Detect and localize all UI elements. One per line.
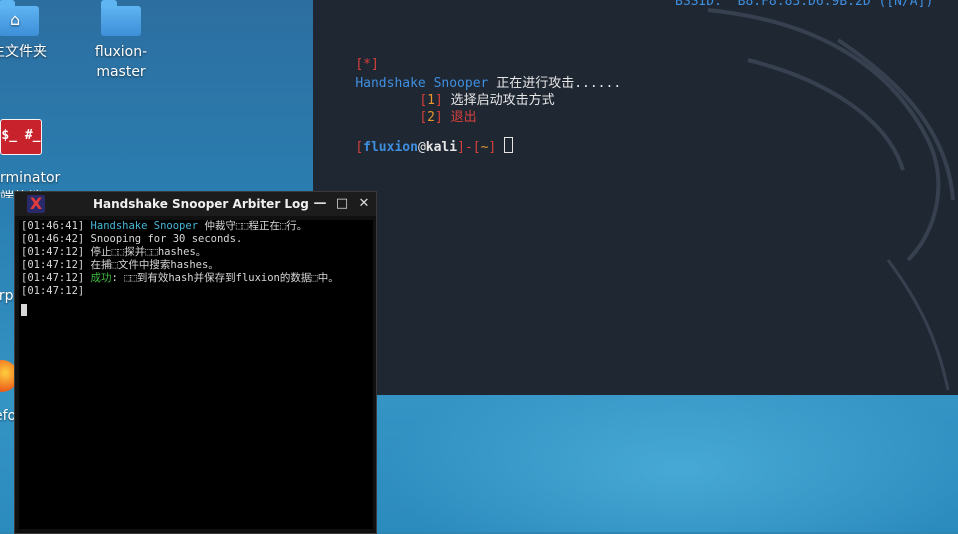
log-line: [01:46:42] Snooping for 30 seconds. bbox=[21, 233, 243, 245]
log-cursor bbox=[21, 304, 27, 316]
log-line: [01:47:12] 成功: ⬚⬚到有效hash并保存到fluxion的数据⬚中… bbox=[21, 272, 339, 284]
minimize-icon[interactable]: — bbox=[311, 195, 329, 213]
folder-icon bbox=[101, 0, 141, 36]
window-titlebar[interactable]: X Handshake Snooper Arbiter Log — □ ✕ bbox=[15, 192, 376, 216]
terminal-window[interactable]: BSSID: B8:F8:83:D6:9B:2D ([N/A]) [*] Han… bbox=[313, 0, 958, 395]
prompt-at: @ bbox=[417, 140, 426, 155]
arbiter-log-window[interactable]: X Handshake Snooper Arbiter Log — □ ✕ [0… bbox=[14, 191, 377, 534]
close-icon[interactable]: ✕ bbox=[355, 195, 373, 213]
desktop-icon-fluxion-master[interactable]: fluxion- master bbox=[66, 0, 176, 82]
log-line: [01:47:12] 停止⬚⬚探并⬚⬚hashes。 bbox=[21, 246, 207, 258]
prompt-user: fluxion bbox=[363, 140, 418, 155]
log-output[interactable]: [01:46:41] Handshake Snooper 仲裁守⬚⬚程正在⬚行。… bbox=[19, 220, 373, 529]
home-folder-icon: ⌂ bbox=[0, 0, 39, 36]
maximize-icon[interactable]: □ bbox=[333, 195, 351, 213]
desktop-icon-label: 主文件夹 bbox=[0, 44, 47, 60]
desktop-icon-home-folder[interactable]: ⌂ 主文件夹 bbox=[0, 0, 74, 62]
desktop-icon-label: fluxion- bbox=[94, 44, 148, 60]
desktop-icon-label: master bbox=[96, 64, 146, 80]
terminator-icon[interactable]: $_ #_ bbox=[0, 119, 42, 155]
log-line: [01:46:41] Handshake Snooper 仲裁守⬚⬚程正在⬚行。 bbox=[21, 220, 308, 232]
bssid-line: BSSID: B8:F8:83:D6:9B:2D ([N/A]) bbox=[675, 0, 934, 9]
status-star: [*] bbox=[355, 57, 379, 72]
log-line: [01:47:12] 在捕⬚文件中搜索hashes。 bbox=[21, 259, 219, 271]
window-title: Handshake Snooper Arbiter Log bbox=[93, 197, 309, 211]
prompt-host: kali bbox=[425, 140, 458, 155]
shell-prompt[interactable]: [fluxion@kali]-[~] bbox=[324, 122, 514, 170]
kali-dragon-icon bbox=[707, 8, 955, 391]
fluxion-x-icon: X bbox=[27, 195, 45, 213]
terminal-cursor bbox=[504, 137, 514, 153]
log-line: [01:47:12] bbox=[21, 285, 85, 297]
desktop-icon-label: rminator bbox=[0, 170, 61, 186]
